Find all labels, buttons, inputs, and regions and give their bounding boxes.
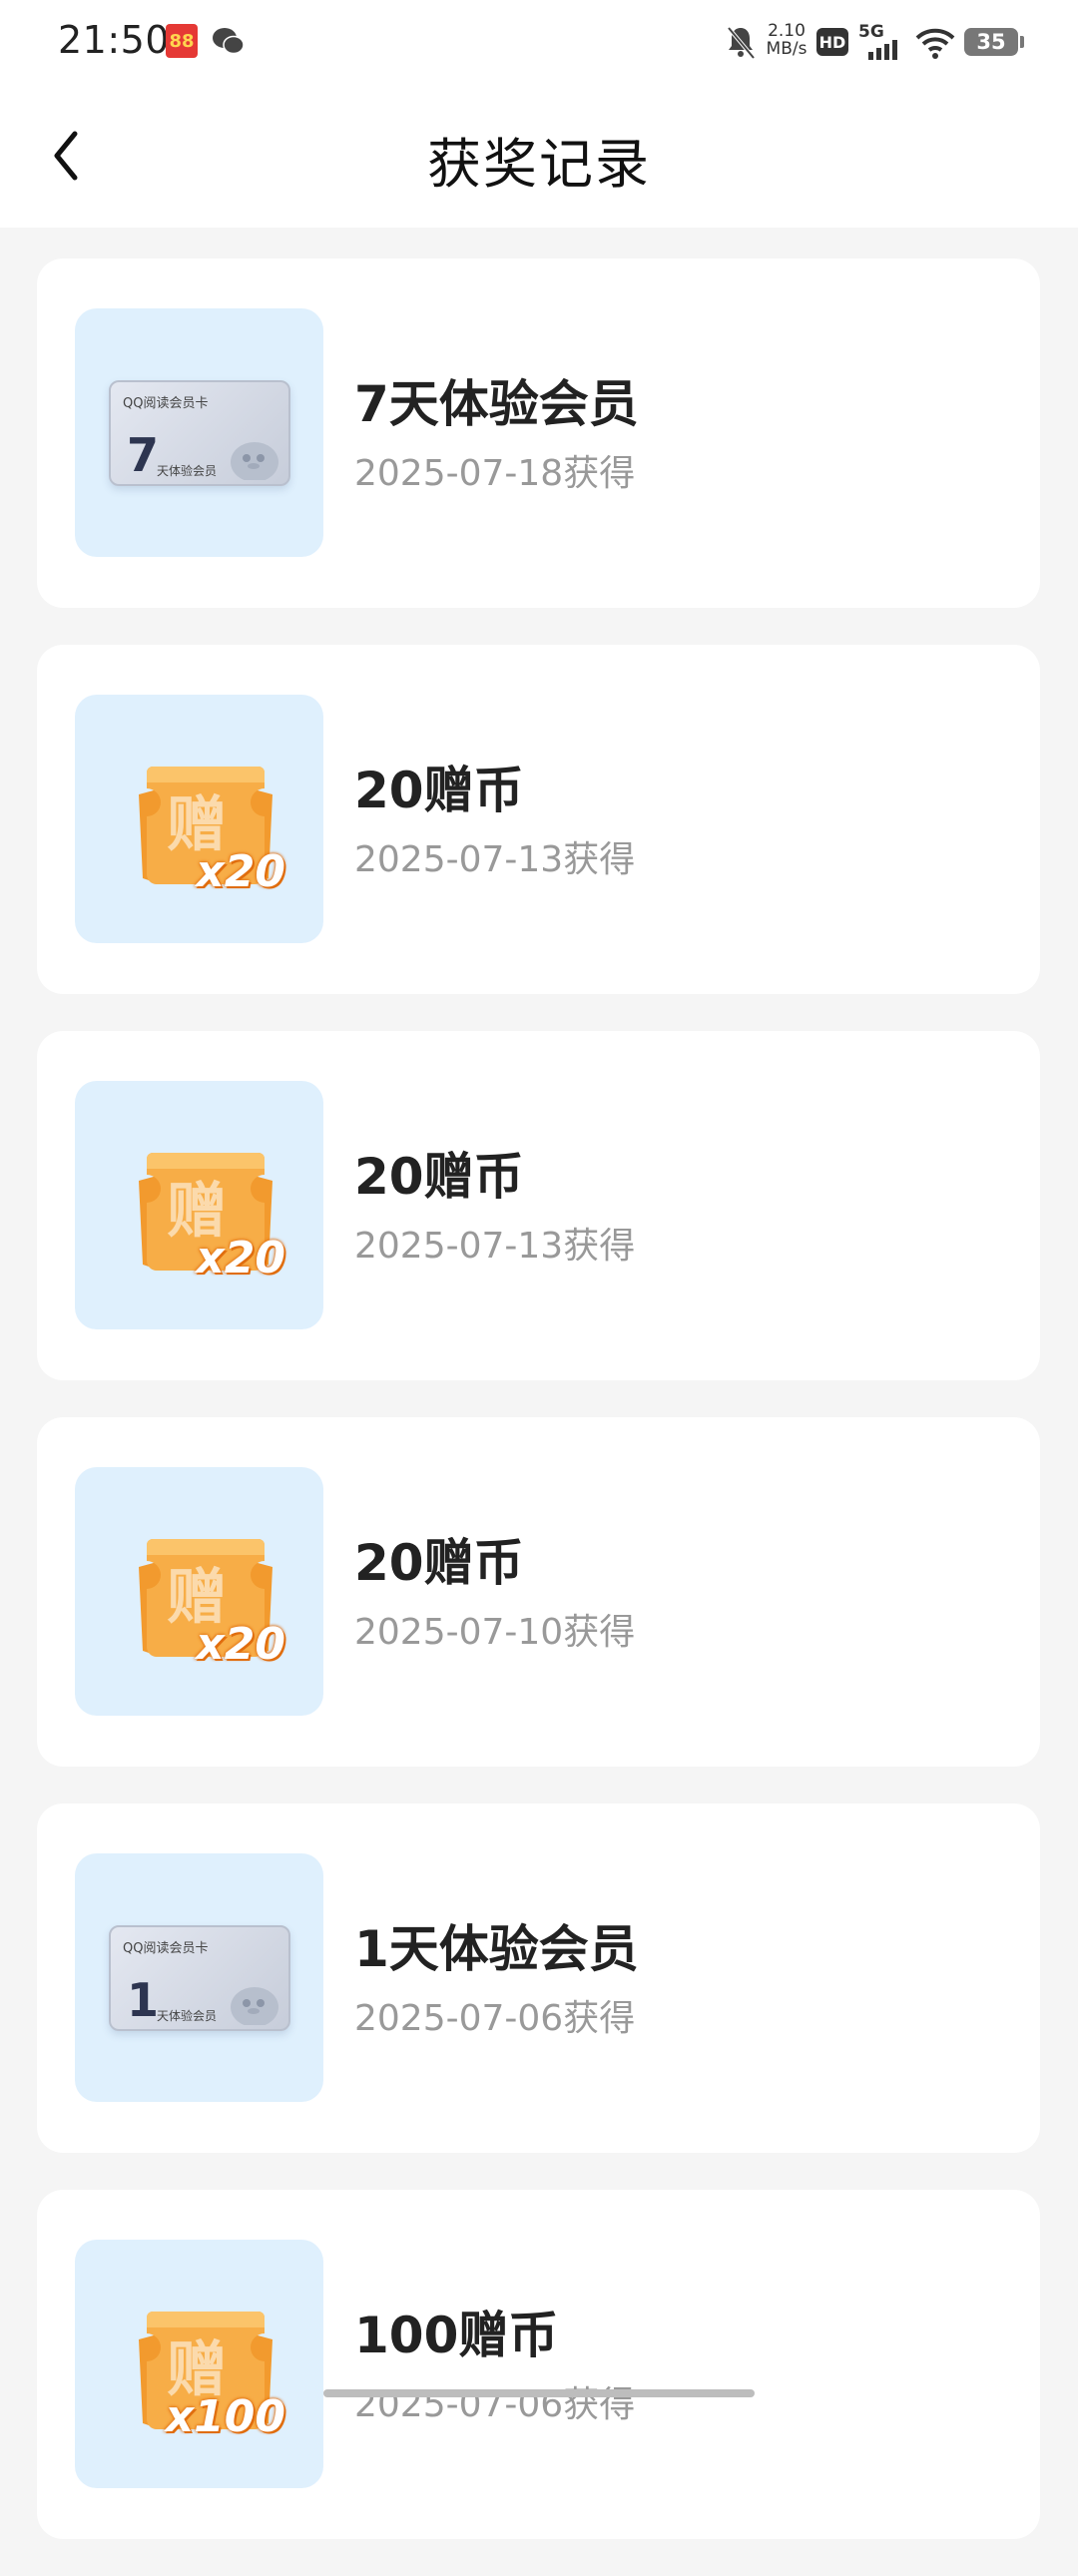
record-thumbnail: QQ阅读会员卡 1 天体验会员 — [75, 1853, 323, 2102]
wifi-icon — [915, 28, 955, 59]
record-card[interactable]: QQ阅读会员卡 7 天体验会员 7天体验会员 2025-07-18获得 — [37, 258, 1040, 608]
hd-badge: HD — [816, 28, 848, 56]
record-title: 7天体验会员 — [354, 375, 639, 433]
coin-multiplier: x20 — [196, 1233, 285, 1284]
member-card-number: 1 — [127, 1973, 160, 2027]
member-card-image: QQ阅读会员卡 7 天体验会员 — [109, 380, 290, 486]
record-title: 100赠币 — [354, 2307, 559, 2364]
member-card-header: QQ阅读会员卡 — [123, 396, 209, 411]
network-speed-unit: MB/s — [766, 39, 808, 59]
signal-bars-icon — [868, 40, 897, 60]
wechat-icon — [213, 28, 245, 55]
record-title: 1天体验会员 — [354, 1920, 639, 1978]
status-time: 21:50 — [58, 18, 171, 62]
network-speed: 2.10 MB/s — [763, 22, 810, 66]
record-thumbnail: 赠 x20 — [75, 1081, 323, 1329]
network-type-label: 5G — [858, 22, 884, 42]
record-title: 20赠币 — [354, 1534, 524, 1592]
record-card[interactable]: 赠 x20 20赠币 2025-07-10获得 — [37, 1417, 1040, 1767]
record-date: 2025-07-13获得 — [354, 1226, 636, 1267]
record-thumbnail: 赠 x20 — [75, 695, 323, 943]
record-title: 20赠币 — [354, 762, 524, 819]
record-card[interactable]: 赠 x20 20赠币 2025-07-13获得 — [37, 1031, 1040, 1380]
app-notification-icon: 88 — [166, 24, 198, 58]
member-card-subtitle: 天体验会员 — [157, 2009, 218, 2023]
member-card-number: 7 — [127, 428, 160, 482]
penguin-mascot-icon — [231, 1987, 278, 2025]
coin-multiplier: x100 — [165, 2391, 285, 2442]
member-card-header: QQ阅读会员卡 — [123, 1941, 209, 1956]
battery-icon: 35 — [964, 28, 1024, 56]
record-card[interactable]: QQ阅读会员卡 1 天体验会员 1天体验会员 2025-07-06获得 — [37, 1803, 1040, 2153]
award-record-list: QQ阅读会员卡 7 天体验会员 7天体验会员 2025-07-18获得 赠 x2… — [37, 258, 1040, 2576]
signal-5g-icon: 5G — [858, 20, 902, 64]
record-date: 2025-07-06获得 — [354, 1998, 636, 2039]
record-thumbnail: 赠 x100 — [75, 2240, 323, 2488]
penguin-mascot-icon — [231, 442, 278, 480]
home-indicator[interactable] — [323, 2389, 755, 2397]
status-bar: 21:50 88 2.10 MB/s HD 5G 35 — [0, 0, 1078, 84]
network-speed-value: 2.10 — [768, 21, 806, 41]
record-date: 2025-07-13获得 — [354, 839, 636, 880]
nav-bar: 获奖记录 — [0, 84, 1078, 228]
record-date: 2025-07-18获得 — [354, 453, 636, 494]
record-card[interactable]: 赠 x20 20赠币 2025-07-13获得 — [37, 645, 1040, 994]
record-thumbnail: QQ阅读会员卡 7 天体验会员 — [75, 308, 323, 557]
page-title: 获奖记录 — [427, 133, 651, 196]
record-date: 2025-07-10获得 — [354, 1612, 636, 1653]
coin-multiplier: x20 — [196, 846, 285, 897]
member-card-image: QQ阅读会员卡 1 天体验会员 — [109, 1925, 290, 2031]
record-card[interactable]: 赠 x100 100赠币 2025-07-06获得 — [37, 2190, 1040, 2539]
bell-muted-icon — [727, 26, 756, 60]
record-thumbnail: 赠 x20 — [75, 1467, 323, 1716]
coin-multiplier: x20 — [196, 1619, 285, 1670]
record-title: 20赠币 — [354, 1148, 524, 1206]
record-date: 2025-07-06获得 — [354, 2384, 636, 2425]
member-card-subtitle: 天体验会员 — [157, 464, 218, 478]
